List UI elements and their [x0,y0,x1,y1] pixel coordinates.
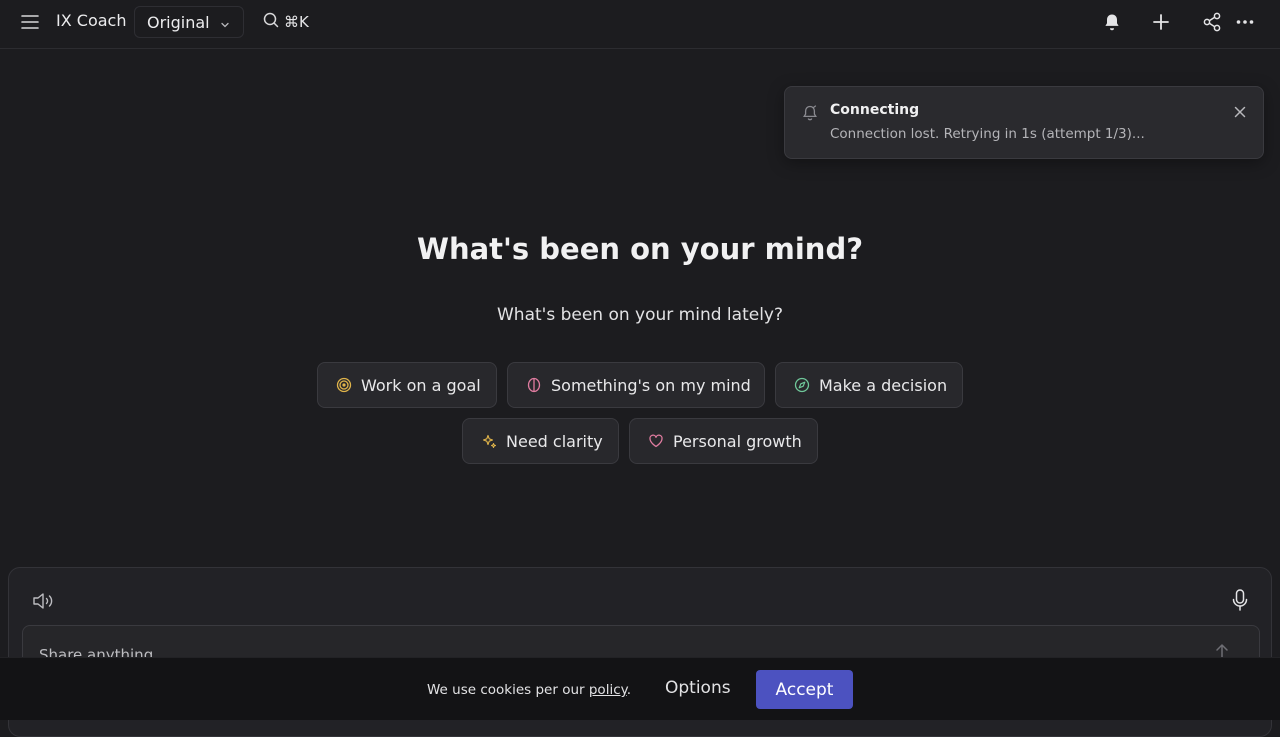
more-icon[interactable] [1231,8,1259,36]
connection-toast: Connecting Connection lost. Retrying in … [784,86,1264,159]
chevron-down-icon [219,16,231,35]
brain-icon [526,377,542,393]
chip-something-on-my-mind[interactable]: Something's on my mind [507,362,765,408]
chip-work-on-a-goal[interactable]: Work on a goal [317,362,497,408]
model-select[interactable]: Original [134,6,244,38]
bell-icon[interactable] [1098,8,1126,36]
chip-label: Something's on my mind [551,375,751,395]
search-shortcut: ⌘K [284,13,309,31]
model-select-value: Original [147,12,210,32]
target-icon [336,377,352,393]
chip-make-a-decision[interactable]: Make a decision [775,362,963,408]
cookie-banner: We use cookies per our policy. Options A… [0,657,1280,720]
cookie-policy-link[interactable]: policy [589,682,627,698]
top-bar: IX Coach Original ⌘K [0,0,1280,49]
chip-label: Need clarity [506,431,603,451]
cookie-accept-button[interactable]: Accept [756,670,853,709]
speaker-icon[interactable] [31,590,55,616]
close-icon[interactable] [1233,104,1247,123]
cookie-options-button[interactable]: Options [665,678,731,698]
search-icon [262,11,280,33]
chip-label: Make a decision [819,375,948,395]
share-icon[interactable] [1198,8,1226,36]
toast-message: Connection lost. Retrying in 1s (attempt… [830,126,1145,142]
bell-off-icon [801,104,819,126]
compass-icon [794,377,810,393]
cookie-text-prefix: We use cookies per our [427,682,589,698]
toast-title: Connecting [830,102,920,118]
cookie-text: We use cookies per our policy. [427,682,631,698]
page-title: What's been on your mind? [416,232,864,266]
chip-label: Personal growth [673,431,802,451]
page-subtitle: What's been on your mind lately? [496,305,784,325]
plus-icon[interactable] [1147,8,1175,36]
chip-label: Work on a goal [361,375,481,395]
heart-icon [648,433,664,449]
chip-personal-growth[interactable]: Personal growth [629,418,818,464]
cookie-text-suffix: . [626,682,631,698]
microphone-icon[interactable] [1231,588,1249,616]
menu-icon[interactable] [16,8,44,36]
brand-name: IX Coach [56,11,127,30]
search-trigger[interactable]: ⌘K [262,11,309,33]
chip-need-clarity[interactable]: Need clarity [462,418,619,464]
sparkles-icon [481,433,497,449]
